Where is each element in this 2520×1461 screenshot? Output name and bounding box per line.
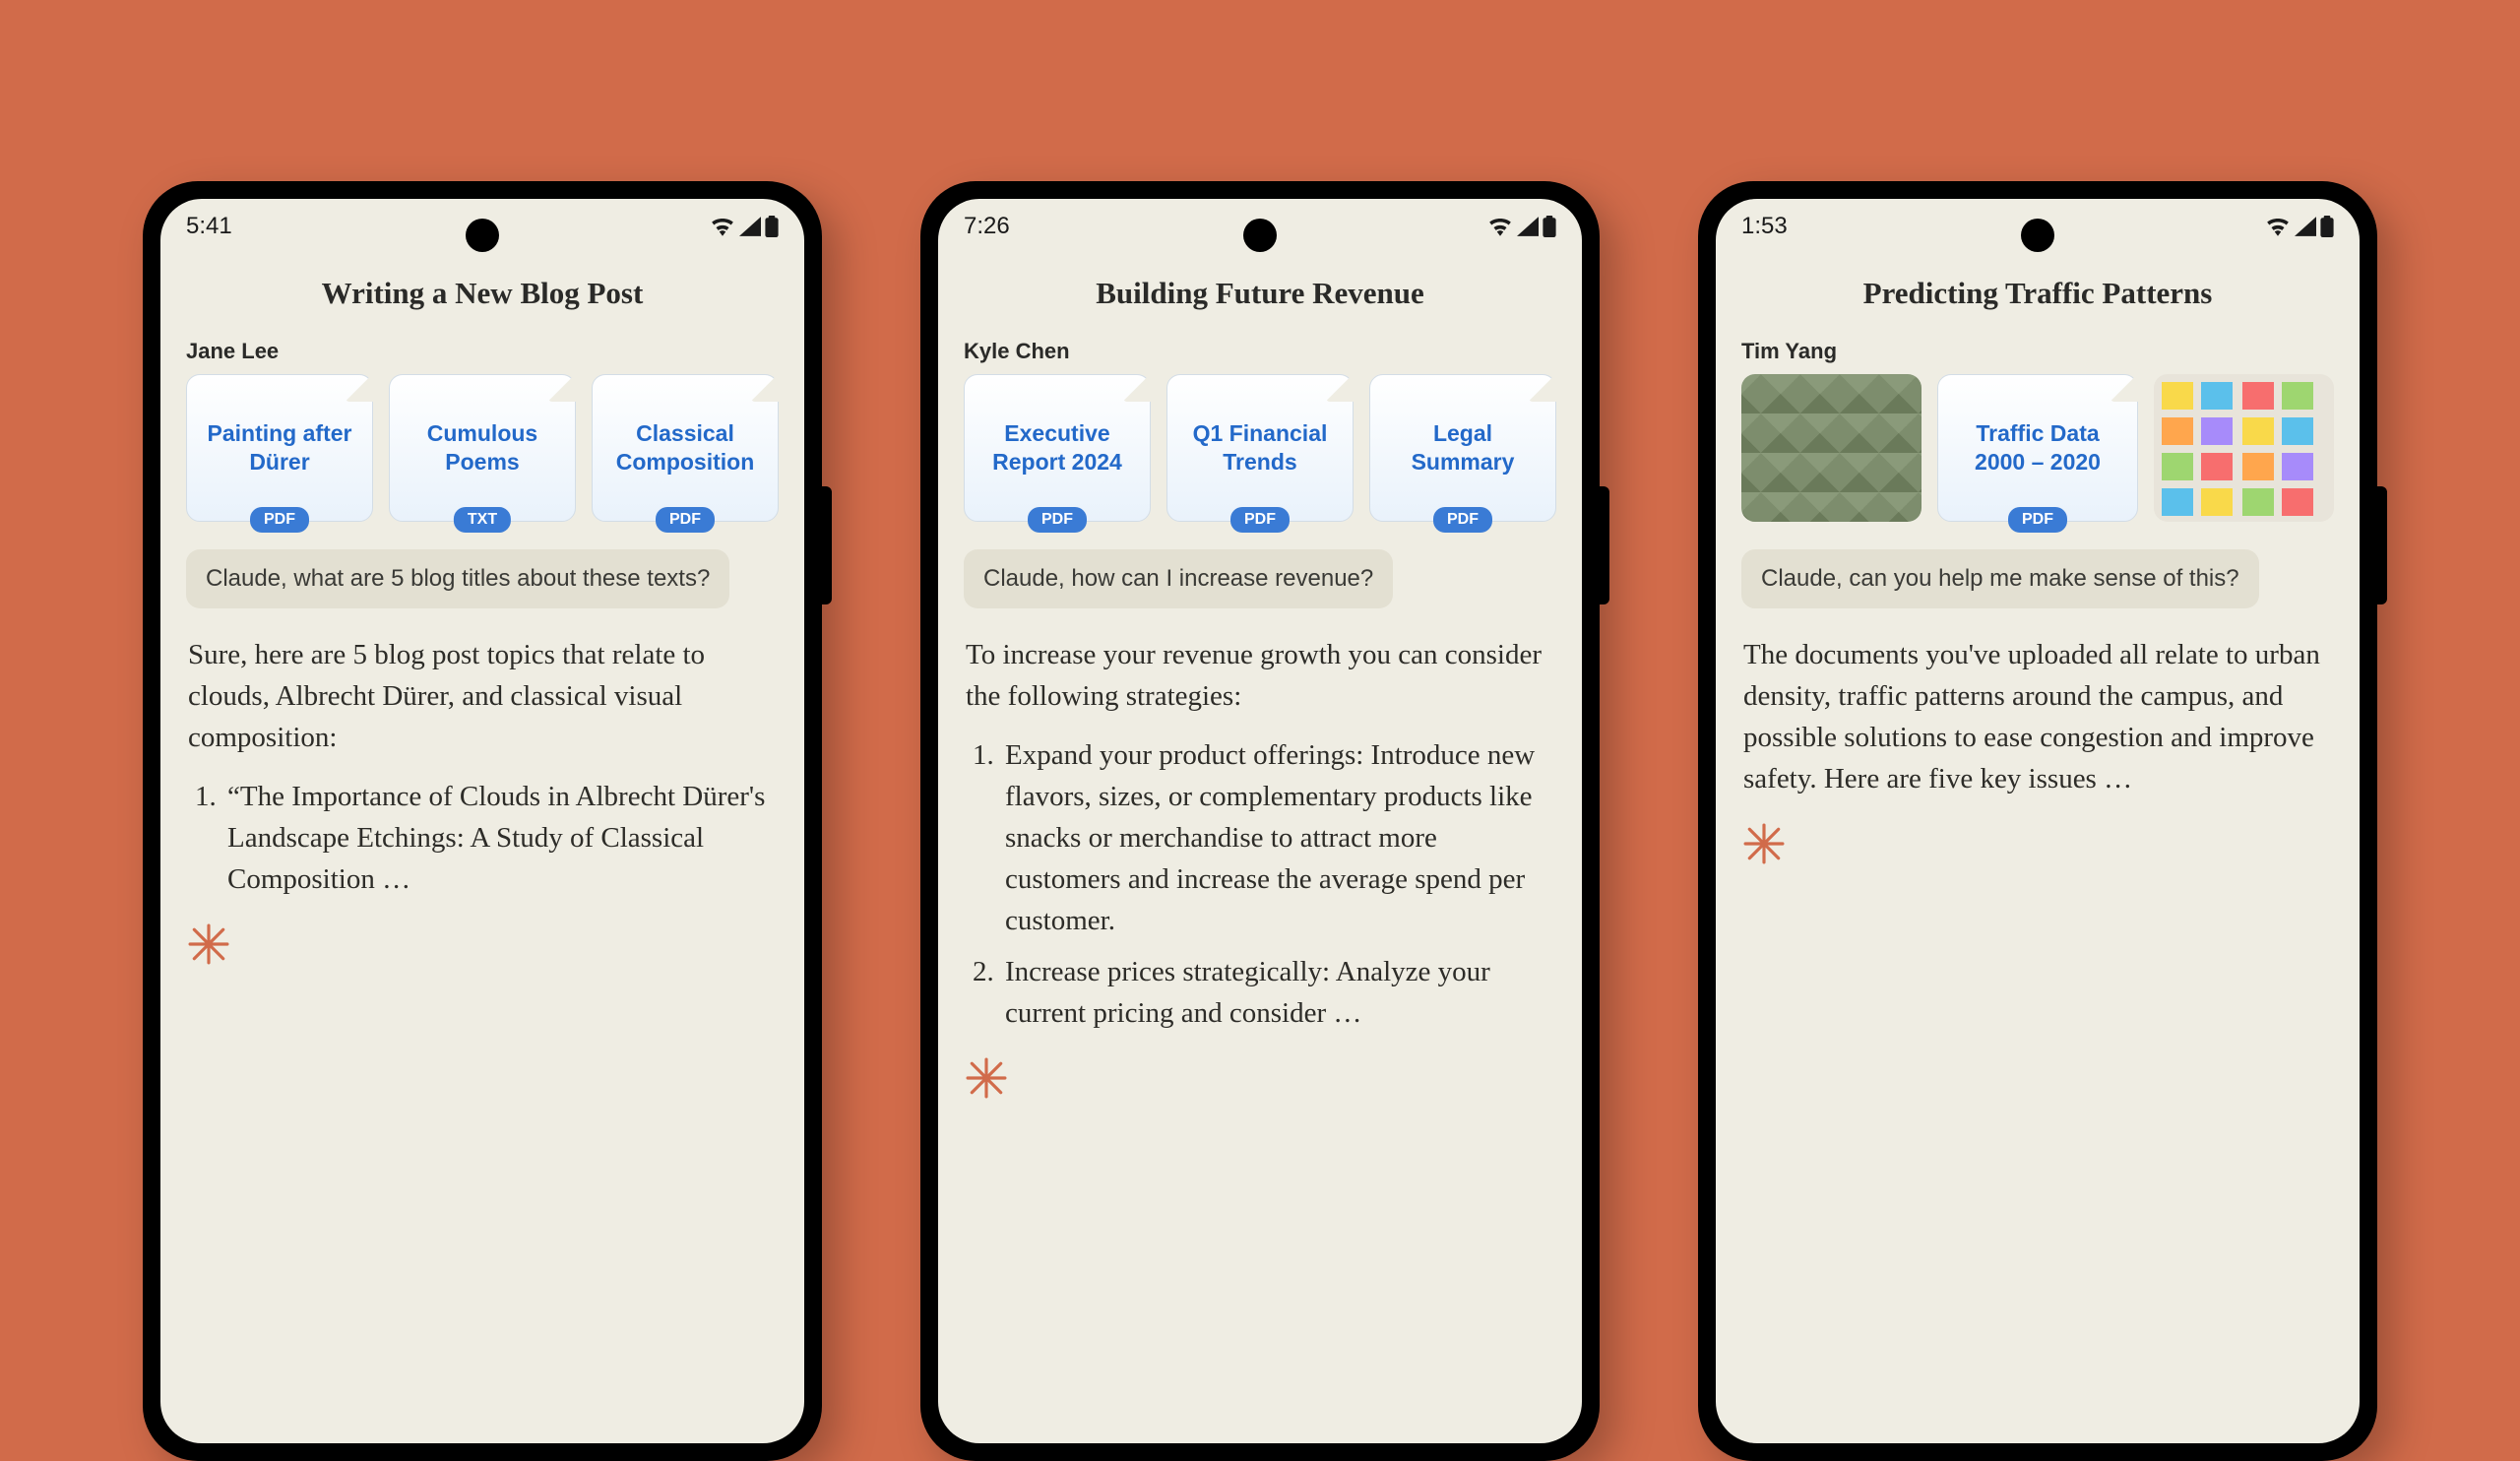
battery-icon <box>2320 216 2334 237</box>
wifi-icon <box>1487 217 1513 236</box>
signal-icon <box>739 217 761 236</box>
battery-icon <box>765 216 779 237</box>
status-icons <box>2265 216 2334 237</box>
attachment-doc[interactable]: Legal Summary PDF <box>1369 374 1556 522</box>
attachment-doc[interactable]: Executive Report 2024 PDF <box>964 374 1151 522</box>
doc-title: Painting after Dürer <box>197 419 362 476</box>
battery-icon <box>1543 216 1556 237</box>
file-type-badge: TXT <box>454 507 511 533</box>
conversation-title: Writing a New Blog Post <box>160 276 804 311</box>
user-name: Kyle Chen <box>964 339 1582 364</box>
assistant-response: Sure, here are 5 blog post topics that r… <box>188 634 777 900</box>
response-intro: To increase your revenue growth you can … <box>966 634 1554 717</box>
doc-title: Cumulous Poems <box>400 419 565 476</box>
signal-icon <box>1517 217 1539 236</box>
doc-title: Classical Composition <box>602 419 768 476</box>
response-item: Increase prices strategically: Analyze y… <box>1001 951 1554 1034</box>
status-time: 5:41 <box>186 213 232 240</box>
response-intro: Sure, here are 5 blog post topics that r… <box>188 634 777 758</box>
screen: 7:26 Building Future Revenue Kyle Chen E… <box>938 199 1582 1443</box>
screen: 5:41 Writing a New Blog Post Jane Lee Pa… <box>160 199 804 1443</box>
attachment-doc[interactable]: Cumulous Poems TXT <box>389 374 576 522</box>
phone-frame: 7:26 Building Future Revenue Kyle Chen E… <box>920 181 1600 1461</box>
response-item: “The Importance of Clouds in Albrecht Dü… <box>223 776 777 900</box>
doc-title: Executive Report 2024 <box>975 419 1140 476</box>
status-icons <box>1487 216 1556 237</box>
attachment-doc[interactable]: Traffic Data 2000 – 2020 PDF <box>1937 374 2139 522</box>
file-type-badge: PDF <box>1230 507 1290 533</box>
conversation-title: Predicting Traffic Patterns <box>1716 276 2360 311</box>
attachments-row: Painting after Dürer PDF Cumulous Poems … <box>160 374 804 522</box>
doc-title: Q1 Financial Trends <box>1177 419 1343 476</box>
attachment-image-stickies[interactable] <box>2154 374 2334 522</box>
attachment-doc[interactable]: Painting after Dürer PDF <box>186 374 373 522</box>
file-type-badge: PDF <box>1433 507 1492 533</box>
attachment-image-aerial[interactable] <box>1741 374 1922 522</box>
file-type-badge: PDF <box>656 507 715 533</box>
claude-spark-icon <box>188 923 804 970</box>
attachments-row: Traffic Data 2000 – 2020 PDF <box>1716 374 2360 522</box>
status-time: 7:26 <box>964 213 1010 240</box>
front-camera <box>466 219 499 252</box>
attachment-doc[interactable]: Q1 Financial Trends PDF <box>1166 374 1354 522</box>
phone-frame: 5:41 Writing a New Blog Post Jane Lee Pa… <box>143 181 822 1461</box>
wifi-icon <box>710 217 735 236</box>
status-icons <box>710 216 779 237</box>
status-time: 1:53 <box>1741 213 1788 240</box>
file-type-badge: PDF <box>250 507 309 533</box>
signal-icon <box>2295 217 2316 236</box>
claude-spark-icon <box>1743 823 2360 869</box>
wifi-icon <box>2265 217 2291 236</box>
doc-title: Traffic Data 2000 – 2020 <box>1948 419 2128 476</box>
file-type-badge: PDF <box>2008 507 2067 533</box>
user-name: Tim Yang <box>1741 339 2360 364</box>
file-type-badge: PDF <box>1028 507 1087 533</box>
assistant-response: To increase your revenue growth you can … <box>966 634 1554 1034</box>
doc-title: Legal Summary <box>1380 419 1545 476</box>
front-camera <box>2021 219 2054 252</box>
screen: 1:53 Predicting Traffic Patterns Tim Yan… <box>1716 199 2360 1443</box>
user-prompt[interactable]: Claude, can you help me make sense of th… <box>1741 549 2259 608</box>
attachments-row: Executive Report 2024 PDF Q1 Financial T… <box>938 374 1582 522</box>
claude-spark-icon <box>966 1057 1582 1104</box>
user-prompt[interactable]: Claude, how can I increase revenue? <box>964 549 1393 608</box>
response-intro: The documents you've uploaded all relate… <box>1743 634 2332 799</box>
front-camera <box>1243 219 1277 252</box>
user-name: Jane Lee <box>186 339 804 364</box>
conversation-title: Building Future Revenue <box>938 276 1582 311</box>
assistant-response: The documents you've uploaded all relate… <box>1743 634 2332 799</box>
phone-frame: 1:53 Predicting Traffic Patterns Tim Yan… <box>1698 181 2377 1461</box>
attachment-doc[interactable]: Classical Composition PDF <box>592 374 779 522</box>
user-prompt[interactable]: Claude, what are 5 blog titles about the… <box>186 549 729 608</box>
response-item: Expand your product offerings: Introduce… <box>1001 734 1554 941</box>
